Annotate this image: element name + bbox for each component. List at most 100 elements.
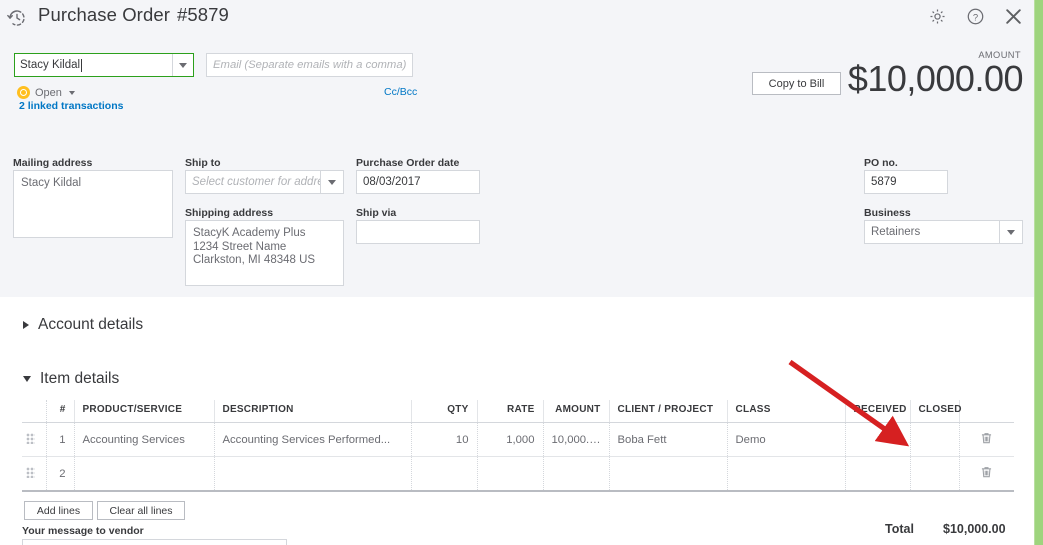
page-title-text: Purchase Order [38,4,170,25]
chevron-down-icon [328,179,336,185]
cell-description[interactable]: Accounting Services Performed... [214,422,412,457]
total-label: Total [885,522,914,536]
cell-rate[interactable] [477,456,544,492]
trash-icon [981,466,992,481]
cell-received[interactable] [845,456,911,492]
mailing-address-label: Mailing address [13,157,93,169]
cell-number: 1 [46,422,75,457]
line-items-table: # PRODUCT/SERVICE DESCRIPTION QTY RATE A… [22,400,1014,492]
clear-all-lines-button[interactable]: Clear all lines [97,501,185,520]
shipping-address-label: Shipping address [185,207,274,219]
page-title: Purchase Order #5879 [38,4,229,26]
drag-handle-icon[interactable] [22,456,47,492]
cell-qty[interactable] [411,456,478,492]
col-closed: CLOSED [910,400,961,423]
account-details-section-toggle[interactable]: Account details [23,316,143,334]
delete-line-button[interactable] [959,422,1014,457]
cell-class[interactable] [727,456,846,492]
cell-closed[interactable] [910,456,960,492]
po-date-label: Purchase Order date [356,157,460,169]
delete-line-button[interactable] [959,456,1014,492]
ship-to-select[interactable]: Select customer for address [185,170,344,194]
business-select[interactable]: Retainers [864,220,1023,244]
vendor-message-label: Your message to vendor [22,525,144,537]
ship-via-field[interactable] [356,220,480,244]
amount-total: $10,000.00 [847,58,1024,99]
cell-qty[interactable]: 10 [411,422,478,457]
ship-to-label: Ship to [185,157,221,169]
page-title-number: #5879 [176,4,229,25]
history-clock-icon[interactable] [6,7,28,29]
col-amount: AMOUNT [543,400,610,423]
body-zone: Account details Item details # PRODUCT/S… [0,297,1035,545]
drag-handle-icon[interactable] [22,422,47,457]
col-rate: RATE [477,400,544,423]
mailing-address-field[interactable]: Stacy Kildal [13,170,173,238]
ship-to-placeholder[interactable]: Select customer for address [186,171,320,193]
purchase-order-window: Purchase Order #5879 ? Stacy Kildal Emai… [0,0,1043,545]
add-lines-button[interactable]: Add lines [24,501,93,520]
col-qty: QTY [411,400,478,423]
chevron-right-icon [23,321,29,329]
header-zone: Purchase Order #5879 ? Stacy Kildal Emai… [0,0,1035,297]
vendor-input[interactable]: Stacy Kildal [15,54,172,76]
chevron-down-icon [23,376,31,382]
business-dropdown-toggle[interactable] [999,221,1022,243]
col-actions [959,400,1014,423]
col-handle [22,400,47,423]
titlebar-actions: ? [925,4,1025,28]
linked-transactions-link[interactable]: 2 linked transactions [19,100,123,112]
cell-received[interactable]: 5 [845,422,911,457]
help-icon[interactable]: ? [963,4,987,28]
ship-to-dropdown-toggle[interactable] [320,171,343,193]
status-label: Open [35,86,62,99]
cell-rate[interactable]: 1,000 [477,422,544,457]
status-chevron-down-icon[interactable] [68,90,75,95]
item-details-section-toggle[interactable]: Item details [23,370,119,388]
cell-number: 2 [46,456,75,492]
cell-description[interactable] [214,456,412,492]
cell-client-project[interactable]: Boba Fett [609,422,728,457]
cell-amount[interactable]: 10,000.00 [543,422,610,457]
col-number: # [46,400,75,423]
cc-bcc-link[interactable]: Cc/Bcc [384,86,417,98]
chevron-down-icon [1007,229,1015,235]
cell-product-service[interactable] [74,456,215,492]
vendor-value: Stacy Kildal [20,59,81,71]
vendor-select[interactable]: Stacy Kildal [14,53,194,77]
right-edge-green-strip [1035,0,1043,545]
cell-class[interactable]: Demo [727,422,846,457]
close-icon[interactable] [1001,4,1025,28]
po-no-field[interactable]: 5879 [864,170,948,194]
svg-text:?: ? [972,12,977,23]
cell-product-service[interactable]: Accounting Services [74,422,215,457]
cell-closed[interactable] [910,422,960,457]
col-client-project: CLIENT / PROJECT [609,400,728,423]
copy-to-bill-button[interactable]: Copy to Bill [752,72,841,95]
item-details-label: Item details [40,370,120,387]
gear-icon[interactable] [925,4,949,28]
cell-client-project[interactable] [609,456,728,492]
title-bar: Purchase Order #5879 ? [0,0,1035,36]
trash-icon [981,432,992,447]
table-row[interactable]: 1 Accounting Services Accounting Service… [22,422,1014,457]
col-description: DESCRIPTION [214,400,412,423]
vendor-dropdown-toggle[interactable] [172,54,193,76]
email-input[interactable]: Email (Separate emails with a comma) [206,53,413,77]
cell-amount[interactable] [543,456,610,492]
business-label: Business [864,207,911,219]
chevron-down-icon [179,62,187,68]
table-row[interactable]: 2 [22,456,1014,492]
business-value[interactable]: Retainers [865,221,999,243]
po-date-field[interactable]: 08/03/2017 [356,170,480,194]
account-details-label: Account details [38,316,144,333]
text-cursor [81,58,83,72]
table-header-row: # PRODUCT/SERVICE DESCRIPTION QTY RATE A… [22,400,1014,423]
ship-via-label: Ship via [356,207,397,219]
status-badge[interactable]: Open [17,86,75,99]
table-body: 1 Accounting Services Accounting Service… [22,422,1014,492]
po-no-label: PO no. [864,157,898,169]
vendor-message-input[interactable] [22,539,287,545]
col-class: CLASS [727,400,846,423]
shipping-address-field[interactable]: StacyK Academy Plus 1234 Street Name Cla… [185,220,344,286]
